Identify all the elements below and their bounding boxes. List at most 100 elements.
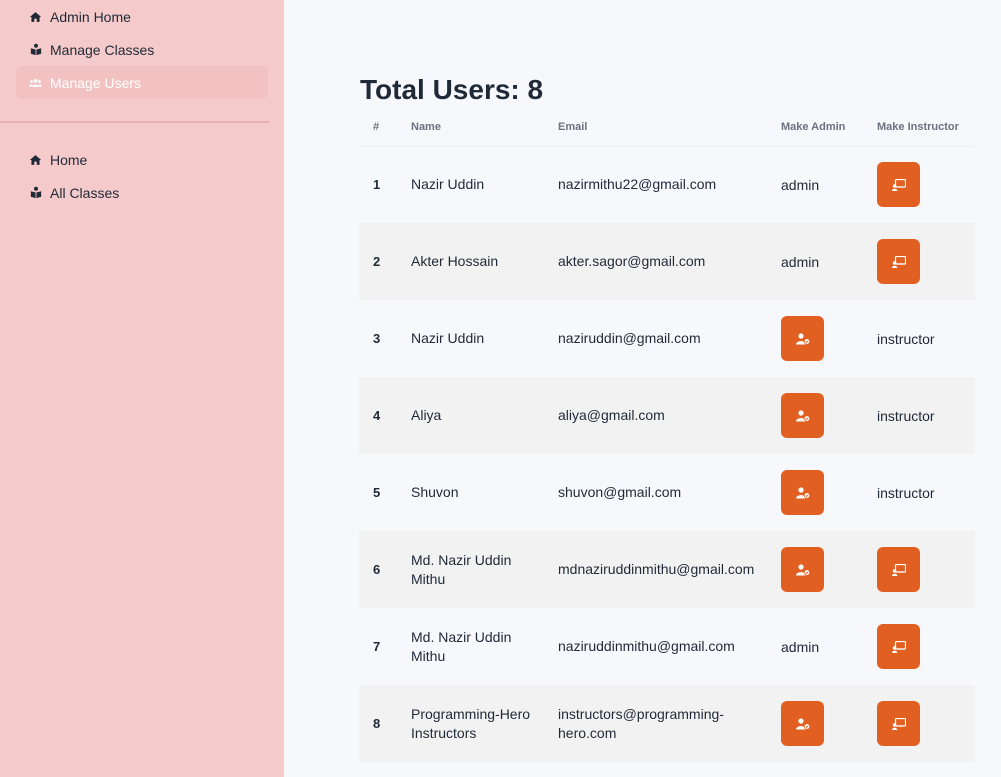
chalkboard-teacher-icon <box>891 717 906 730</box>
make-admin-button[interactable] <box>781 470 824 515</box>
user-email: shuvon@gmail.com <box>558 484 682 500</box>
user-email: aliya@gmail.com <box>558 407 665 423</box>
sidebar: Admin Home Manage Classes Manage Users H… <box>0 0 284 777</box>
row-number: 3 <box>373 331 381 346</box>
make-admin-button[interactable] <box>781 547 824 592</box>
home-icon <box>29 10 42 23</box>
column-header-make-instructor: Make Instructor <box>877 108 975 147</box>
chalkboard-teacher-icon <box>891 178 906 191</box>
row-number: 4 <box>359 377 411 454</box>
chalkboard-teacher-icon <box>891 255 906 268</box>
make-admin-cell: admin <box>781 223 877 300</box>
table-row: 1 Nazir Uddin nazirmithu22@gmail.com admin <box>359 146 975 223</box>
user-email: naziruddin@gmail.com <box>558 330 701 346</box>
users-table-body: 1 Nazir Uddin nazirmithu22@gmail.com admin 2… <box>359 146 975 762</box>
table-row: 2 Akter Hossain akter.sagor@gmail.com admin <box>359 223 975 300</box>
make-admin-button[interactable] <box>781 701 824 746</box>
row-number: 1 <box>373 177 381 193</box>
table-row: 5 Shuvon shuvon@gmail.com instructor <box>359 454 975 531</box>
table-row: 8 Programming-Hero Instructors instructors… <box>359 685 975 762</box>
sidebar-item-label: All Classes <box>50 184 120 201</box>
sidebar-site-nav: Home All Classes <box>0 143 284 209</box>
role-instructor-text: instructor <box>877 484 935 501</box>
make-instructor-cell: instructor <box>877 300 975 377</box>
chalkboard-teacher-icon <box>891 563 906 576</box>
make-admin-cell: admin <box>781 608 877 685</box>
user-name: Nazir Uddin <box>411 330 485 346</box>
make-admin-cell <box>781 377 877 454</box>
row-number: 6 <box>359 531 411 608</box>
sidebar-admin-nav: Admin Home Manage Classes Manage Users <box>0 0 284 99</box>
make-admin-cell <box>781 531 877 608</box>
column-header-email: Email <box>558 108 781 147</box>
user-shield-icon <box>795 717 810 730</box>
users-table: # Name Email Make Admin Make Instructor … <box>359 108 975 762</box>
role-admin-text: admin <box>781 176 820 193</box>
user-shield-icon <box>795 332 810 345</box>
make-admin-button[interactable] <box>781 316 824 361</box>
make-admin-cell <box>781 300 877 377</box>
sidebar-item-home[interactable]: Home <box>16 143 268 176</box>
make-instructor-cell <box>877 223 975 300</box>
sidebar-item-label: Admin Home <box>50 8 131 25</box>
sidebar-item-label: Manage Classes <box>50 41 155 58</box>
user-name: Md. Nazir Uddin Mithu <box>411 551 512 587</box>
user-shield-icon <box>795 409 810 422</box>
make-instructor-cell <box>877 608 975 685</box>
make-instructor-cell <box>877 146 975 223</box>
make-instructor-button[interactable] <box>877 162 920 208</box>
role-admin-text: admin <box>781 638 820 655</box>
sidebar-item-label: Manage Users <box>50 74 142 91</box>
sidebar-item-manage-classes[interactable]: Manage Classes <box>16 33 268 66</box>
user-name: Md. Nazir Uddin Mithu <box>411 628 512 664</box>
table-row: 3 Nazir Uddin naziruddin@gmail.com instruct… <box>359 300 975 377</box>
make-admin-cell: admin <box>781 146 877 223</box>
user-shield-icon <box>795 486 810 499</box>
row-number: 7 <box>373 639 381 654</box>
column-header-name: Name <box>411 108 558 147</box>
user-email: naziruddinmithu@gmail.com <box>558 638 735 654</box>
sidebar-divider <box>0 121 269 123</box>
user-email: akter.sagor@gmail.com <box>558 253 706 269</box>
column-header-number: # <box>359 108 411 147</box>
make-admin-cell <box>781 454 877 531</box>
table-row: 4 Aliya aliya@gmail.com instructor <box>359 377 975 454</box>
role-instructor-text: instructor <box>877 330 935 347</box>
column-header-make-admin: Make Admin <box>781 108 877 147</box>
user-shield-icon <box>795 563 810 576</box>
user-name: Akter Hossain <box>411 253 499 269</box>
page-title: Total Users: 8 <box>360 74 544 105</box>
make-admin-button[interactable] <box>781 393 824 438</box>
make-instructor-button[interactable] <box>877 547 920 592</box>
sidebar-item-manage-users[interactable]: Manage Users <box>16 66 268 99</box>
row-number: 2 <box>359 223 411 300</box>
user-name: Aliya <box>411 407 442 423</box>
make-instructor-button[interactable] <box>877 624 920 669</box>
make-instructor-cell <box>877 685 975 762</box>
users-icon <box>29 76 42 89</box>
user-name: Programming-Hero Instructors <box>411 705 531 741</box>
chalkboard-teacher-icon <box>891 640 906 653</box>
user-email: nazirmithu22@gmail.com <box>558 176 717 193</box>
book-reader-icon <box>29 186 42 199</box>
row-number: 5 <box>373 485 381 500</box>
table-row: 6 Md. Nazir Uddin Mithu mdnaziruddinmithu@… <box>359 531 975 608</box>
user-name: Nazir Uddin <box>411 176 485 193</box>
table-header-row: # Name Email Make Admin Make Instructor <box>359 108 975 147</box>
user-name: Shuvon <box>411 484 459 500</box>
make-instructor-cell <box>877 531 975 608</box>
make-instructor-cell: instructor <box>877 377 975 454</box>
make-instructor-button[interactable] <box>877 239 920 284</box>
make-instructor-cell: instructor <box>877 454 975 531</box>
book-reader-icon <box>29 43 42 56</box>
sidebar-item-label: Home <box>50 151 88 168</box>
make-instructor-button[interactable] <box>877 701 920 746</box>
table-row: 7 Md. Nazir Uddin Mithu naziruddinmithu@gm… <box>359 608 975 685</box>
user-email: mdnaziruddinmithu@gmail.com <box>558 561 755 577</box>
home-icon <box>29 153 42 166</box>
make-admin-cell <box>781 685 877 762</box>
row-number: 8 <box>359 685 411 762</box>
sidebar-item-admin-home[interactable]: Admin Home <box>16 0 268 33</box>
sidebar-item-all-classes[interactable]: All Classes <box>16 176 268 209</box>
user-email: instructors@programming-hero.com <box>558 705 724 741</box>
